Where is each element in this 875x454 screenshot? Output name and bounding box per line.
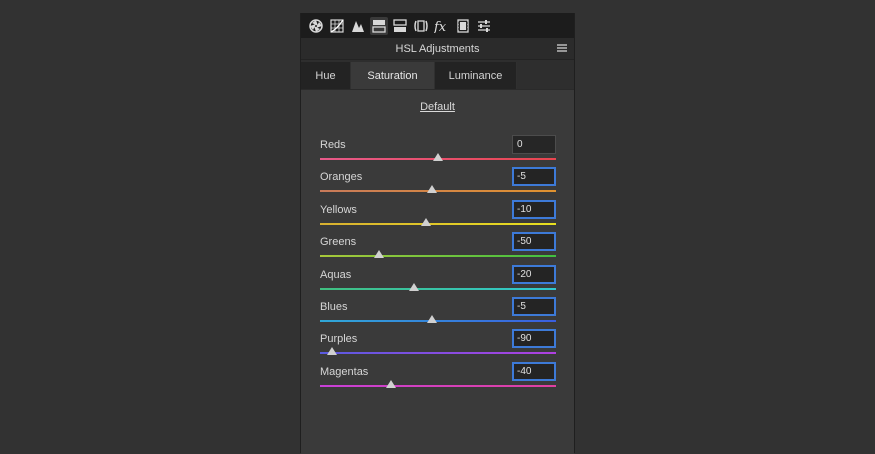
default-button[interactable]: Default: [301, 101, 574, 113]
slider-thumb-oranges[interactable]: [427, 185, 438, 194]
hsl-panel: fx HSL Adjustments Hue Saturation Lumina…: [300, 13, 575, 454]
slider-row-purples: Purples: [301, 329, 574, 364]
lens-corrections-icon[interactable]: [412, 17, 430, 35]
slider-track-magentas[interactable]: [320, 384, 556, 387]
slider-label-magentas: Magentas: [320, 365, 369, 378]
value-input-reds[interactable]: [512, 135, 556, 154]
value-input-oranges[interactable]: [512, 167, 556, 187]
slider-track-oranges[interactable]: [320, 190, 556, 193]
slider-row-yellows: Yellows: [301, 199, 574, 235]
slider-track-blues[interactable]: [320, 320, 556, 322]
value-input-aquas[interactable]: [512, 264, 556, 284]
slider-thumb-blues[interactable]: [427, 315, 438, 323]
slider-row-greens: Greens: [301, 232, 574, 267]
slider-track-greens[interactable]: [320, 255, 556, 258]
slider-row-aquas: Aquas: [301, 264, 574, 300]
slider-row-oranges: Oranges: [301, 167, 574, 202]
slider-label-purples: Purples: [320, 333, 358, 346]
slider-row-blues: Blues: [301, 297, 574, 332]
slider-row-reds: Reds: [301, 135, 574, 170]
slider-label-blues: Blues: [320, 301, 348, 313]
slider-thumb-greens[interactable]: [374, 250, 384, 259]
slider-track-purples[interactable]: [320, 352, 556, 355]
tab-saturation[interactable]: Saturation: [351, 62, 435, 89]
panel-title: HSL Adjustments: [395, 42, 480, 55]
camera-calibration-icon[interactable]: [454, 17, 472, 35]
slider-track-aquas[interactable]: [320, 287, 556, 290]
slider-thumb-yellows[interactable]: [421, 217, 432, 226]
value-input-greens[interactable]: [512, 232, 556, 252]
slider-track-yellows[interactable]: [320, 222, 556, 225]
value-input-purples[interactable]: [512, 329, 556, 349]
slider-label-yellows: Yellows: [320, 203, 357, 216]
tab-luminance[interactable]: Luminance: [435, 62, 517, 89]
slider-label-aquas: Aquas: [320, 268, 352, 281]
value-input-blues[interactable]: [512, 297, 556, 316]
panel-menu-icon[interactable]: [557, 43, 567, 53]
slider-thumb-purples[interactable]: [326, 347, 337, 356]
split-toning-icon[interactable]: [391, 17, 409, 35]
presets-sliders-icon[interactable]: [475, 17, 493, 35]
hsl-tabs: Hue Saturation Luminance: [301, 62, 574, 90]
panel-toolbar: fx: [301, 13, 574, 38]
slider-thumb-magentas[interactable]: [385, 379, 396, 388]
slider-thumb-aquas[interactable]: [409, 282, 420, 291]
value-input-yellows[interactable]: [512, 199, 556, 219]
tab-bar-spacer: [517, 62, 574, 90]
saturation-panel-content: Default Reds Oranges Yellows Greens Aquas Blu…: [301, 89, 574, 454]
slider-thumb-reds[interactable]: [433, 153, 443, 161]
slider-row-magentas: Magentas: [301, 361, 574, 397]
svg-text:fx: fx: [434, 20, 447, 33]
panel-header: HSL Adjustments: [301, 38, 574, 60]
slider-label-reds: Reds: [320, 139, 346, 151]
tab-hue[interactable]: Hue: [301, 62, 351, 89]
effects-fx-icon[interactable]: fx: [433, 17, 451, 35]
slider-label-oranges: Oranges: [320, 171, 363, 184]
detail-icon[interactable]: [349, 17, 367, 35]
hsl-grayscale-icon[interactable]: [370, 16, 388, 35]
aperture-icon[interactable]: [307, 17, 325, 35]
value-input-magentas[interactable]: [512, 361, 556, 381]
slider-label-greens: Greens: [320, 236, 357, 249]
tone-curve-icon[interactable]: [328, 17, 346, 35]
